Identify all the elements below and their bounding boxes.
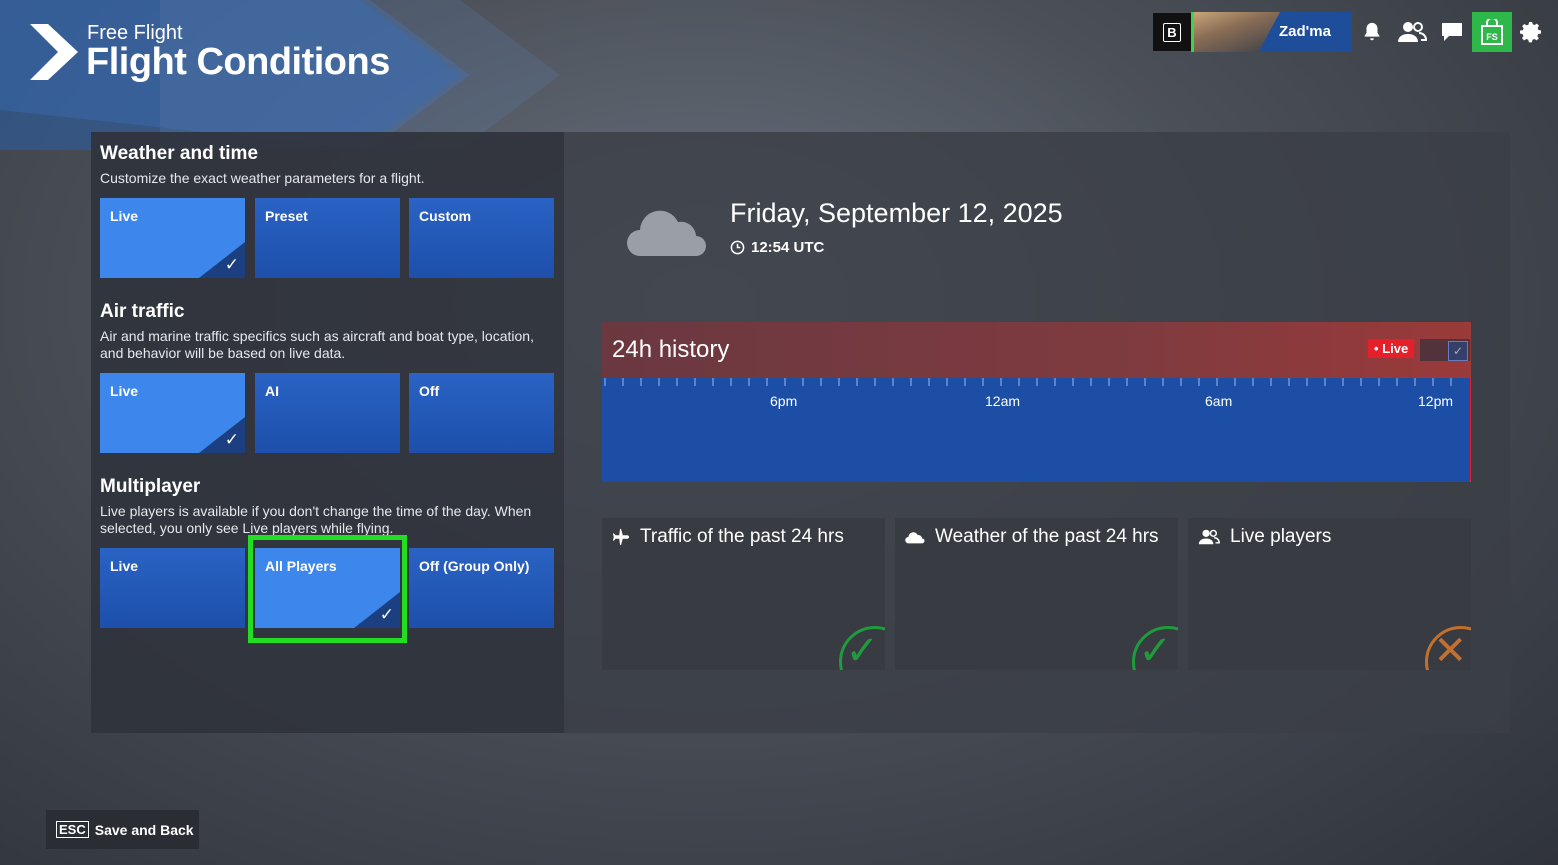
save-and-back-button[interactable]: ESC Save and Back xyxy=(46,810,199,849)
check-icon: ✓ xyxy=(1138,629,1172,670)
traffic-off-button[interactable]: Off xyxy=(409,373,554,453)
traffic-live-button[interactable]: Live ✓ xyxy=(100,373,245,453)
bell-icon[interactable] xyxy=(1352,12,1392,52)
page-title: Flight Conditions xyxy=(86,41,390,83)
username: Zad'ma xyxy=(1279,23,1331,40)
history-title: 24h history xyxy=(612,336,730,363)
weather-time-title: Weather and time xyxy=(100,143,259,164)
date-label: Friday, September 12, 2025 xyxy=(730,198,1063,228)
air-traffic-desc: Air and marine traffic specifics such as… xyxy=(100,328,534,361)
multiplayer-title: Multiplayer xyxy=(100,476,201,497)
multiplayer-desc: Live players is available if you don't c… xyxy=(100,503,532,536)
b-key-hint[interactable]: B xyxy=(1153,13,1191,51)
traffic-history-card: Traffic of the past 24 hrs ✓ xyxy=(602,518,885,670)
settings-column: Weather and time Customize the exact wea… xyxy=(91,132,564,733)
focus-highlight xyxy=(248,535,407,643)
timeline-label-6pm: 6pm xyxy=(770,393,798,409)
top-bar: B Zad'ma FS xyxy=(1153,12,1552,52)
check-icon: ✓ xyxy=(224,430,239,449)
live-players-card: Live players ✕ xyxy=(1188,518,1471,670)
history-timeline[interactable]: 6pm 12am 6am 12pm xyxy=(602,378,1471,482)
history-header: 24h history • Live ✓ xyxy=(602,322,1471,378)
gear-icon[interactable] xyxy=(1512,12,1552,52)
esc-key-hint: ESC xyxy=(56,821,89,838)
multiplayer-off-group-button[interactable]: Off (Group Only) xyxy=(409,548,554,628)
current-time-marker xyxy=(1465,378,1471,380)
current-time-line xyxy=(1470,378,1471,482)
timeline-label-12am: 12am xyxy=(985,393,1021,409)
avatar xyxy=(1194,12,1280,52)
check-icon: ✓ xyxy=(845,629,879,670)
multiplayer-live-button[interactable]: Live xyxy=(100,548,245,628)
timeline-label-12pm: 12pm xyxy=(1418,393,1454,409)
weather-time-desc: Customize the exact weather parameters f… xyxy=(100,170,425,186)
timeline-label-6am: 6am xyxy=(1205,393,1233,409)
traffic-history-title: Traffic of the past 24 hrs xyxy=(640,526,844,547)
traffic-ai-button[interactable]: AI xyxy=(255,373,400,453)
chat-icon[interactable] xyxy=(1432,12,1472,52)
weather-preset-button[interactable]: Preset xyxy=(255,198,400,278)
close-icon: ✕ xyxy=(1433,629,1467,670)
plane-icon xyxy=(612,528,630,546)
time-label: 12:54 UTC xyxy=(730,239,824,256)
profile-button[interactable]: Zad'ma xyxy=(1191,12,1352,52)
flight-conditions-panel: Weather and time Customize the exact wea… xyxy=(91,132,1510,733)
cloud-icon xyxy=(627,210,706,256)
air-traffic-title: Air traffic xyxy=(100,301,185,322)
check-icon: ✓ xyxy=(224,255,239,274)
friends-icon[interactable] xyxy=(1392,12,1432,52)
weather-history-card: Weather of the past 24 hrs ✓ xyxy=(895,518,1178,670)
save-and-back-label: Save and Back xyxy=(94,821,194,838)
marketplace-icon-label: FS xyxy=(1486,32,1498,42)
players-icon xyxy=(1198,529,1220,545)
live-players-title: Live players xyxy=(1230,526,1332,547)
weather-live-button[interactable]: Live ✓ xyxy=(100,198,245,278)
marketplace-icon[interactable]: FS xyxy=(1472,12,1512,52)
weather-custom-button[interactable]: Custom xyxy=(409,198,554,278)
live-toggle[interactable]: ✓ xyxy=(1420,339,1470,361)
cloud-icon xyxy=(905,532,925,544)
live-badge: • Live xyxy=(1368,339,1415,358)
header-chevron-icon xyxy=(30,24,78,80)
check-icon: ✓ xyxy=(1448,341,1468,361)
clock-icon xyxy=(730,240,745,255)
weather-history-title: Weather of the past 24 hrs xyxy=(935,526,1159,547)
timeline-ticks xyxy=(604,378,1452,386)
